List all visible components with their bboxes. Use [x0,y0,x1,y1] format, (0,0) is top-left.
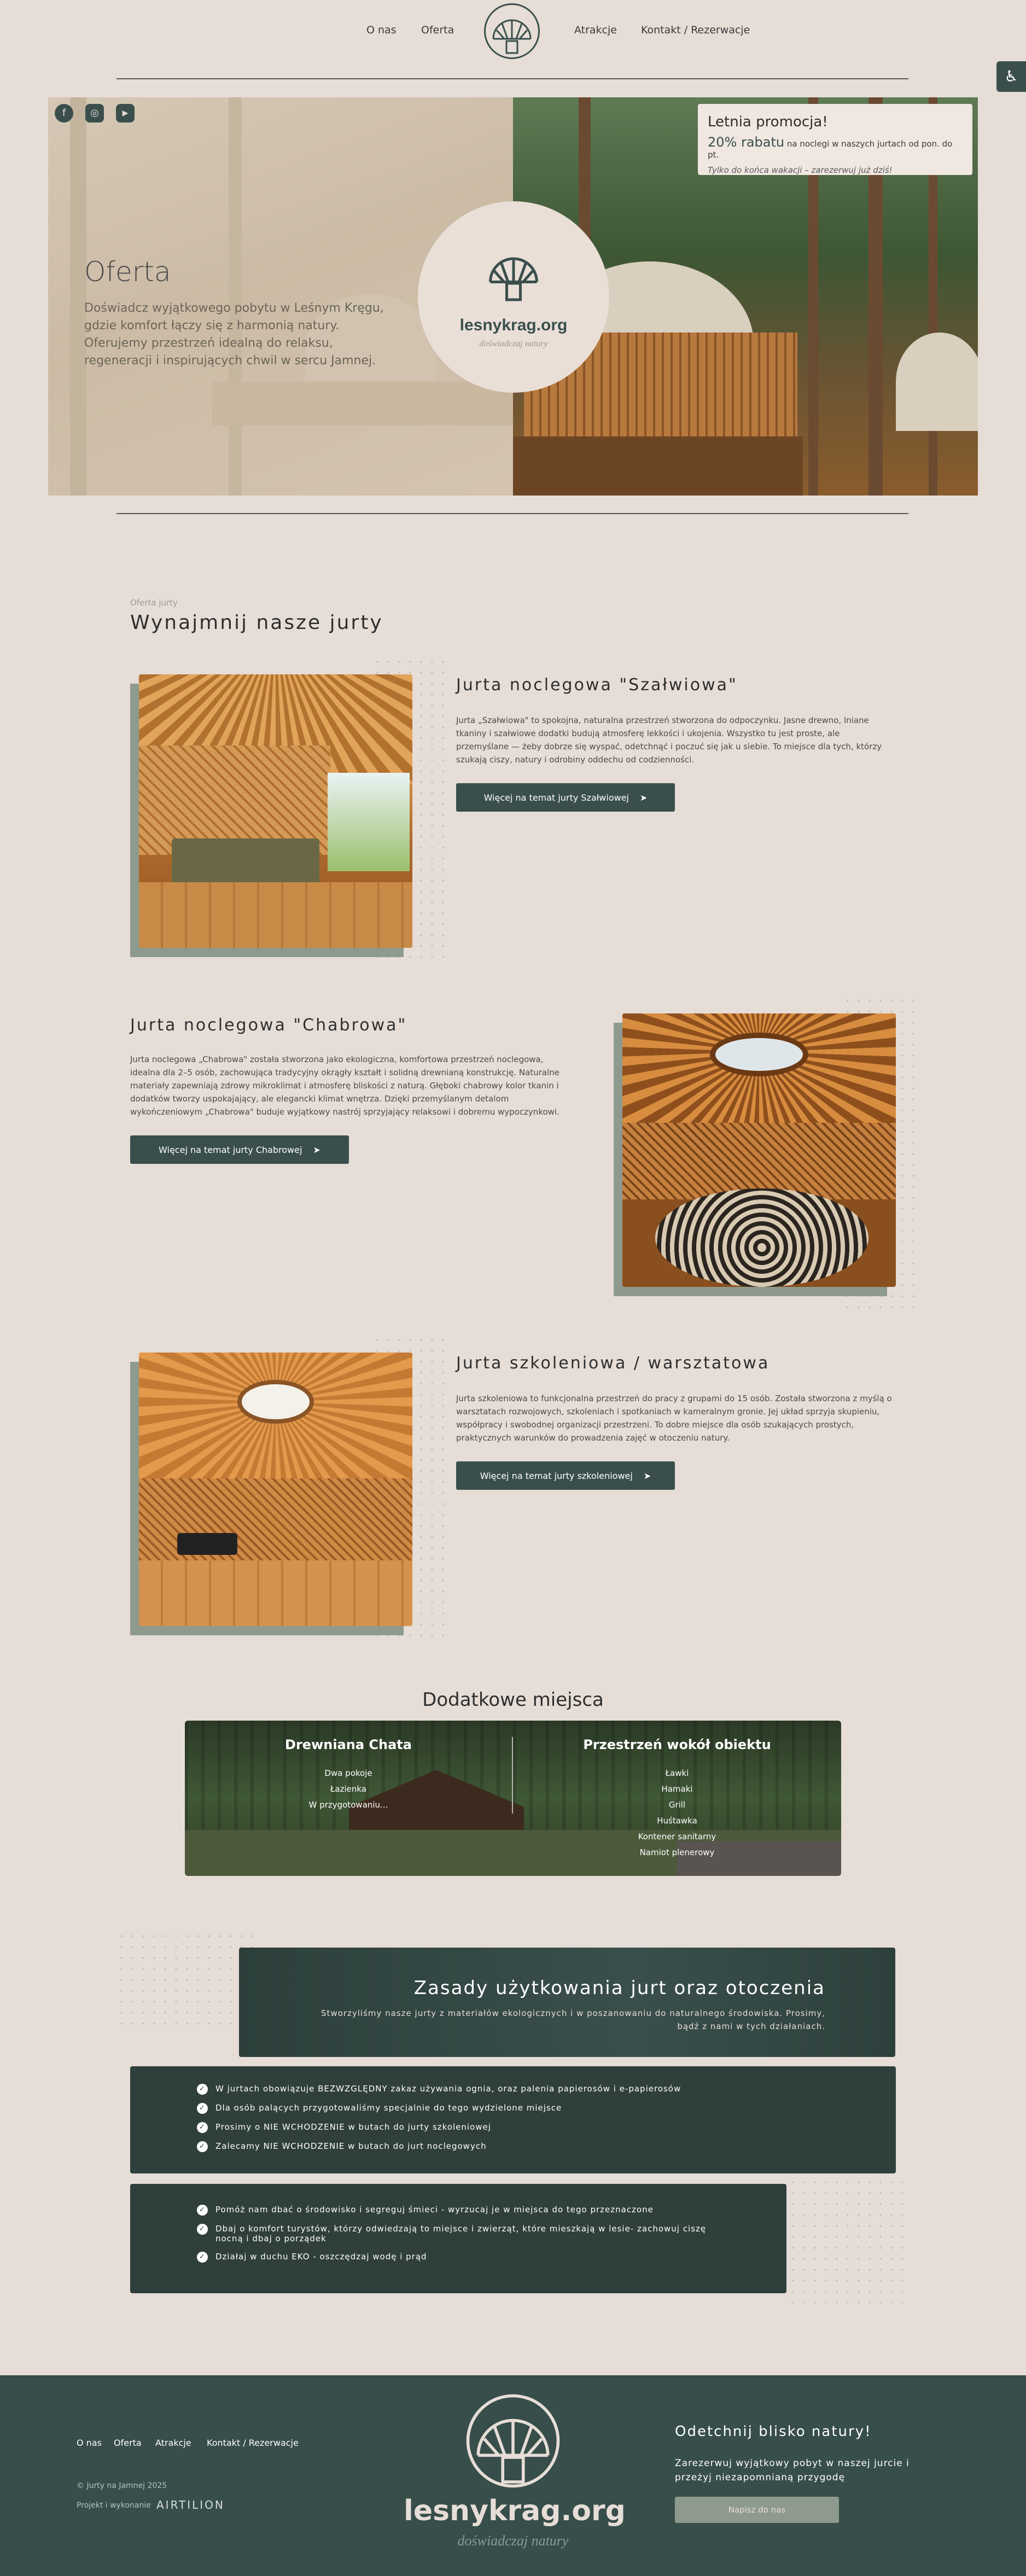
yurt-szkoleniowa-button[interactable]: Więcej na temat jurty szkoleniowej ➤ [456,1461,675,1490]
instagram-icon[interactable]: ◎ [85,104,104,123]
rule-item: ✓ Dbaj o komfort turystów, którzy odwiedz… [197,2224,786,2243]
yurt-szkoleniowa-photo[interactable] [139,1353,412,1626]
section-eyebrow: Oferta jurty [130,598,178,608]
promo-note: Tylko do końca wakacji – zarezerwuj już … [708,165,893,175]
footer-cta-text: Zarezerwuj wyjątkowy pobyt w naszej jurc… [675,2458,910,2483]
youtube-icon[interactable]: ▶ [116,104,135,123]
rules-intro: Stworzyliśmy nasze jurty z materiałów ek… [321,2008,825,2031]
additional-places-banner: Drewniana Chata Dwa pokoje Łazienka W pr… [185,1721,841,1876]
divider [116,78,908,79]
hero-description: Doświadcz wyjątkowego pobytu w Leśnym Kr… [84,301,384,368]
divider [116,513,908,514]
yurt-chabrowa-button[interactable]: Więcej na temat jurty Chabrowej ➤ [130,1135,349,1164]
footer-logo-tagline: doświadczaj natury [457,2533,569,2549]
yurt-szkoleniowa-text: Jurta szkoleniowa to funkcjonalna przest… [456,1394,892,1443]
yurt-szkoleniowa-title: Jurta szkoleniowa / warsztatowa [456,1354,770,1373]
rule-item: ✓ Prosimy o NIE WCHODZENIE w butach do ju… [197,2122,896,2133]
rules-header: Zasady użytkowania jurt oraz otoczenia S… [239,1948,895,2057]
yurt-chabrowa-photo[interactable] [622,1013,896,1287]
rules-group-1: ✓ W jurtach obowiązuje BEZWZGLĘDNY zakaz … [130,2066,896,2173]
footer-link-kontakt[interactable]: Kontakt / Rezerwacje [207,2438,299,2448]
additional-left-list: Dwa pokoje Łazienka W przygotowaniu... [308,1768,388,1810]
accessibility-icon[interactable]: ♿ [996,61,1026,92]
promo-box[interactable]: Letnia promocja! 20% rabatu na noclegi w… [698,104,972,175]
footer-link-oferta[interactable]: Oferta [114,2438,142,2448]
additional-right-title: Przestrzeń wokół obiektu [583,1737,771,1752]
check-icon: ✓ [197,2205,208,2216]
rule-item: ✓ Działaj w duchu EKO - oszczędzaj wodę i… [197,2252,786,2263]
nav-link-oferta[interactable]: Oferta [421,24,454,36]
footer-logo-text: lesnykrag.org [404,2495,626,2527]
contact-button[interactable]: Napisz do nas [675,2497,839,2523]
footer: O nas Oferta Atrakcje Kontakt / Rezerwac… [0,2375,1026,2576]
additional-left-title: Drewniana Chata [285,1737,412,1752]
additional-right-list: Ławki Hamaki Grill Huśtawka Kontener san… [638,1768,716,1857]
yurt-logo-icon [466,2394,560,2488]
check-icon: ✓ [197,2084,208,2095]
check-icon: ✓ [197,2141,208,2152]
rule-item: ✓ Pomóż nam dbać o środowisko i segreguj … [197,2205,786,2216]
rules-heading: Zasady użytkowania jurt oraz otoczenia [413,1977,825,1999]
hero-logo-badge: lesnykrag.org doświadczaj natury [418,201,609,393]
nav-link-atrakcje[interactable]: Atrakcje [574,24,617,36]
footer-credit-brand[interactable]: AIRTILION [156,2498,225,2511]
check-icon: ✓ [197,2103,208,2114]
logo-tagline: doświadczaj natury [479,339,548,348]
yurt-szalwiowa-button[interactable]: Więcej na temat jurty Szałwiowej ➤ [456,783,675,812]
footer-credit: Projekt i wykonanie [77,2501,151,2510]
yurt-szalwiowa-text: Jurta „Szałwiowa" to spokojna, naturalna… [456,715,882,765]
footer-link-atrakcje[interactable]: Atrakcje [155,2438,191,2448]
arrow-right-icon: ➤ [640,792,648,803]
footer-link-o-nas[interactable]: O nas [77,2438,102,2448]
arrow-right-icon: ➤ [643,1470,651,1481]
section-heading: Wynajmnij nasze jurty [130,611,383,634]
facebook-icon[interactable]: f [55,104,73,123]
footer-copyright: © Jurty na Jamnej 2025 [77,2481,167,2490]
yurt-szalwiowa-title: Jurta noclegowa "Szałwiowa" [456,675,738,695]
yurt-logo-icon [489,257,538,301]
page-title: Oferta [84,256,171,288]
yurt-chabrowa-text: Jurta noclegowa „Chabrowa" została stwor… [130,1054,559,1117]
rule-item: ✓ W jurtach obowiązuje BEZWZGLĘDNY zakaz … [197,2084,896,2095]
nav-link-kontakt[interactable]: Kontakt / Rezerwacje [641,24,750,36]
logo-text: lesnykrag.org [459,316,568,334]
yurt-logo-icon[interactable] [484,3,540,59]
hero-banner: f ◎ ▶ Oferta Doświadcz wyjątkowego pobyt… [48,97,978,496]
top-navigation: O nas Oferta Atrakcje Kontakt / Rezerwac… [0,0,1026,66]
footer-cta-title: Odetchnij blisko natury! [675,2423,872,2440]
arrow-right-icon: ➤ [313,1144,320,1155]
yurt-chabrowa-title: Jurta noclegowa "Chabrowa" [130,1016,407,1035]
rule-item: ✓ Zalecamy NIE WCHODZENIE w butach do jur… [197,2141,896,2152]
additional-heading: Dodatkowe miejsca [422,1689,604,1711]
rules-group-2: ✓ Pomóż nam dbać o środowisko i segreguj … [130,2184,786,2293]
check-icon: ✓ [197,2252,208,2263]
rule-item: ✓ Dla osób palących przygotowaliśmy specj… [197,2103,896,2114]
promo-title: Letnia promocja! [708,114,828,130]
nav-link-o-nas[interactable]: O nas [366,24,397,36]
yurt-szalwiowa-photo[interactable] [139,674,412,948]
check-icon: ✓ [197,2122,208,2133]
check-icon: ✓ [197,2224,208,2235]
promo-highlight: 20% rabatu [708,135,785,150]
